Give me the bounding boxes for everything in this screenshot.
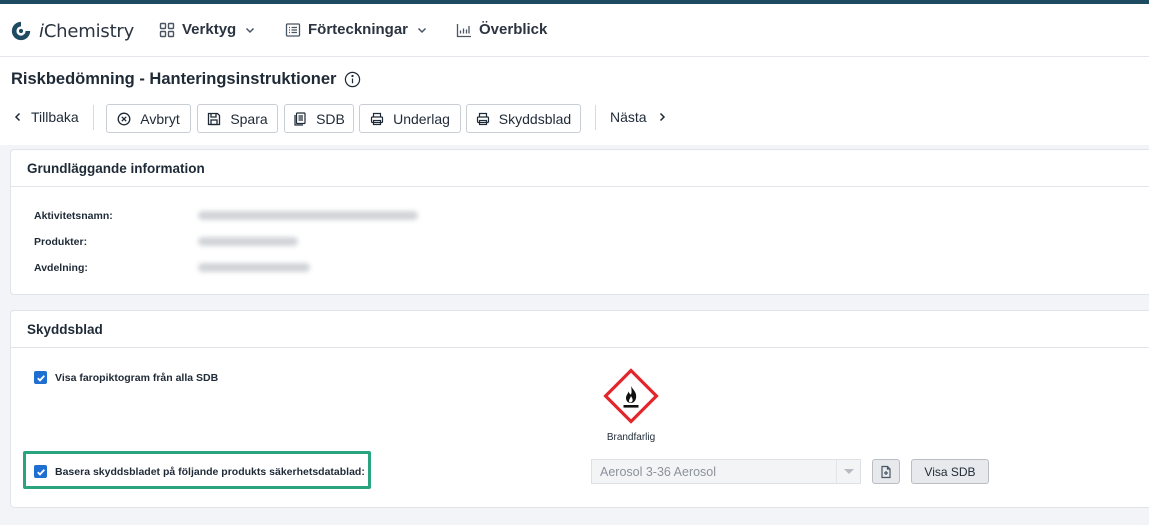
page-title: Riskbedömning - Hanteringsinstruktioner	[11, 70, 361, 89]
base-on-product-checkbox-row[interactable]: Basera skyddsbladet på följande produkts…	[34, 465, 365, 478]
dropdown-arrow-icon	[836, 460, 860, 483]
back-label: Tillbaka	[31, 109, 79, 125]
pictogram-label: Brandfarlig	[606, 432, 656, 443]
chart-icon	[456, 23, 471, 37]
save-icon	[208, 112, 221, 125]
next-label: Nästa	[610, 109, 647, 125]
next-button[interactable]: Nästa	[610, 109, 667, 125]
grid-icon	[159, 22, 175, 37]
department-label: Avdelning:	[34, 262, 88, 274]
nav-overblick[interactable]: Överblick	[456, 21, 547, 38]
protection-sheet-header: Skyddsblad	[11, 311, 1149, 348]
department-value-redacted	[198, 263, 310, 272]
cancel-icon	[117, 112, 131, 125]
checkmark-icon	[36, 374, 45, 382]
protection-sheet-card: Skyddsblad Visa faropiktogram från alla …	[10, 310, 1149, 508]
sdb-button[interactable]: SDB	[284, 104, 354, 133]
ichemistry-logo-icon	[11, 21, 31, 41]
toolbar-divider	[595, 105, 596, 130]
navbar: iChemistry Verktyg Förteckningar Överbli…	[0, 4, 1149, 57]
page-title-text: Riskbedömning - Hanteringsinstruktioner	[11, 70, 337, 88]
chevron-left-icon	[14, 112, 21, 122]
chevron-down-icon	[418, 27, 427, 33]
activity-name-label: Aktivitetsnamn:	[34, 210, 113, 222]
cancel-label: Avbryt	[140, 110, 180, 127]
nav-overblick-label: Överblick	[479, 21, 548, 38]
title-toolbar-area: Riskbedömning - Hanteringsinstruktioner …	[0, 57, 1149, 145]
cancel-button[interactable]: Avbryt	[106, 104, 191, 133]
app-name: iChemistry	[39, 20, 135, 42]
flame-hazard-icon	[603, 368, 659, 424]
product-select-value: Aerosol 3-36 Aerosol	[600, 465, 717, 479]
products-value-redacted	[198, 237, 298, 246]
document-share-icon	[881, 465, 891, 478]
printer-icon	[370, 112, 384, 125]
chevron-down-icon	[246, 27, 255, 33]
show-pictograms-checkbox-row[interactable]: Visa faropiktogram från alla SDB	[34, 371, 218, 384]
app-logo[interactable]: iChemistry	[10, 20, 134, 42]
activity-name-value-redacted	[198, 211, 418, 220]
save-button[interactable]: Spara	[197, 104, 278, 133]
skyddsblad-button[interactable]: Skyddsblad	[466, 104, 581, 133]
document-copy-icon	[294, 111, 306, 126]
product-sdb-icon-button[interactable]	[872, 459, 900, 484]
nav-verktyg-label: Verktyg	[182, 21, 237, 38]
show-pictograms-label: Visa faropiktogram från alla SDB	[55, 371, 219, 384]
toolbar-divider	[93, 105, 94, 130]
skyddsblad-label: Skyddsblad	[498, 110, 572, 127]
products-label: Produkter:	[34, 236, 88, 248]
sdb-label: SDB	[316, 110, 345, 127]
underlag-label: Underlag	[393, 110, 450, 127]
chevron-right-icon	[659, 112, 665, 122]
printer-icon	[476, 112, 489, 125]
show-pictograms-checkbox[interactable]	[34, 371, 47, 384]
nav-forteckningar[interactable]: Förteckningar	[285, 21, 428, 38]
nav-forteckningar-label: Förteckningar	[308, 21, 409, 38]
basic-info-card: Grundläggande information Aktivitetsnamn…	[10, 149, 1149, 295]
info-icon[interactable]	[344, 71, 361, 88]
base-on-product-label: Basera skyddsbladet på följande produkts…	[55, 465, 365, 478]
list-icon	[285, 22, 301, 37]
checkmark-icon	[36, 468, 45, 476]
underlag-button[interactable]: Underlag	[359, 104, 461, 133]
basic-info-header: Grundläggande information	[11, 150, 1149, 187]
base-on-product-checkbox[interactable]	[34, 465, 47, 478]
show-sdb-button[interactable]: Visa SDB	[911, 459, 989, 484]
product-select[interactable]: Aerosol 3-36 Aerosol	[591, 459, 861, 484]
save-label: Spara	[230, 110, 268, 127]
nav-verktyg[interactable]: Verktyg	[159, 21, 256, 38]
back-button[interactable]: Tillbaka	[13, 109, 79, 125]
